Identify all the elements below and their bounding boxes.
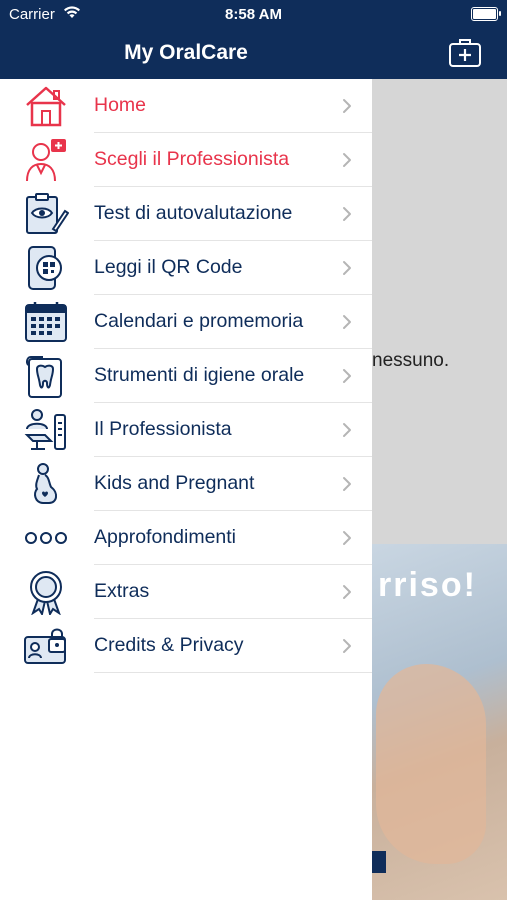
menu-item-label: Strumenti di igiene orale bbox=[94, 364, 305, 386]
menu-item-home[interactable]: Home bbox=[0, 79, 372, 133]
badge-icon bbox=[30, 571, 62, 615]
status-bar: Carrier 8:58 AM bbox=[0, 0, 507, 28]
menu-item-label: Kids and Pregnant bbox=[94, 472, 255, 494]
qr-scan-icon bbox=[28, 246, 62, 290]
menu-item-calendar[interactable]: Calendari e promemoria bbox=[0, 295, 372, 349]
app-title: My OralCare bbox=[124, 41, 248, 64]
menu-item-insights[interactable]: Approfondimenti bbox=[0, 511, 372, 565]
dental-chair-icon bbox=[24, 409, 66, 450]
main-content-backdrop[interactable]: nessuno. rriso! bbox=[372, 79, 507, 900]
menu-item-oral-hygiene-tools[interactable]: Strumenti di igiene orale bbox=[0, 349, 372, 403]
side-menu: Home Scegli il Professionista Test di au… bbox=[0, 79, 372, 900]
medical-kit-plus-icon[interactable] bbox=[448, 36, 482, 68]
banner-image: rriso! bbox=[372, 544, 507, 900]
doctor-icon bbox=[26, 139, 66, 182]
menu-item-choose-professional[interactable]: Scegli il Professionista bbox=[0, 133, 372, 187]
id-lock-icon bbox=[24, 628, 66, 664]
menu-item-kids-pregnant[interactable]: Kids and Pregnant bbox=[0, 457, 372, 511]
chevron-right-icon bbox=[343, 423, 351, 437]
chevron-right-icon bbox=[343, 585, 351, 599]
background-text: nessuno. bbox=[372, 350, 450, 371]
menu-item-label: Extras bbox=[94, 580, 150, 602]
menu-item-label: Calendari e promemoria bbox=[94, 310, 304, 332]
chevron-right-icon bbox=[343, 99, 351, 113]
menu-item-qr-code[interactable]: Leggi il QR Code bbox=[0, 241, 372, 295]
carrier-label: Carrier bbox=[9, 6, 55, 23]
clipboard-eye-icon bbox=[26, 193, 69, 234]
logo-fragment bbox=[372, 851, 386, 873]
chevron-right-icon bbox=[343, 261, 351, 275]
menu-item-label: Leggi il QR Code bbox=[94, 256, 243, 278]
battery-icon bbox=[471, 7, 501, 21]
banner-text: rriso! bbox=[378, 566, 477, 604]
menu-item-label: Scegli il Professionista bbox=[94, 148, 290, 170]
menu-item-label: Home bbox=[94, 94, 147, 116]
divider bbox=[94, 672, 372, 673]
chevron-right-icon bbox=[343, 369, 351, 383]
chevron-right-icon bbox=[343, 153, 351, 167]
menu-item-extras[interactable]: Extras bbox=[0, 565, 372, 619]
calendar-icon bbox=[25, 302, 67, 342]
chevron-right-icon bbox=[343, 639, 351, 653]
chevron-right-icon bbox=[343, 477, 351, 491]
menu-item-label: Il Professionista bbox=[94, 418, 232, 440]
pregnant-icon bbox=[34, 463, 57, 504]
menu-item-label: Test di autovalutazione bbox=[94, 202, 293, 224]
chevron-right-icon bbox=[343, 315, 351, 329]
menu-item-label: Credits & Privacy bbox=[94, 634, 244, 656]
menu-item-credits-privacy[interactable]: Credits & Privacy bbox=[0, 619, 372, 673]
menu-item-self-assessment[interactable]: Test di autovalutazione bbox=[0, 187, 372, 241]
navigation-bar: Carrier 8:58 AM My OralCare bbox=[0, 0, 507, 79]
tooth-icon bbox=[25, 356, 62, 398]
house-icon bbox=[26, 86, 66, 127]
chevron-right-icon bbox=[343, 207, 351, 221]
wifi-icon bbox=[64, 6, 80, 18]
dots-icon bbox=[25, 532, 67, 544]
hand-image bbox=[376, 664, 486, 864]
chevron-right-icon bbox=[343, 531, 351, 545]
menu-item-the-professional[interactable]: Il Professionista bbox=[0, 403, 372, 457]
menu-item-label: Approfondimenti bbox=[94, 526, 237, 548]
